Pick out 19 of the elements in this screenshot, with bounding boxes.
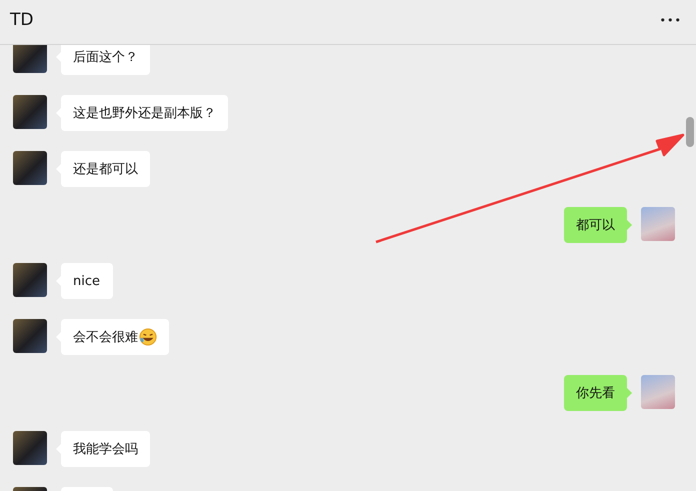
avatar-photo-placeholder[interactable] — [641, 207, 675, 241]
avatar-photo-placeholder[interactable] — [641, 375, 675, 409]
avatar-photo-placeholder[interactable] — [13, 431, 47, 465]
message-text: 会不会很难 — [73, 329, 138, 346]
message-text: 这是也野外还是副本版？ — [73, 105, 216, 122]
chat-title: TD — [10, 10, 34, 30]
avatar-photo-placeholder[interactable] — [13, 319, 47, 353]
message-text: 后面这个？ — [73, 49, 138, 66]
avatar-photo-placeholder[interactable] — [13, 263, 47, 297]
avatar-photo-placeholder[interactable] — [13, 45, 47, 73]
avatar-photo-placeholder[interactable] — [13, 151, 47, 185]
message-text: 还是都可以 — [73, 161, 138, 178]
message-text: 都可以 — [576, 217, 615, 234]
message-text: nice — [73, 274, 100, 288]
avatar-photo-placeholder[interactable] — [13, 95, 47, 129]
scrollbar-thumb[interactable] — [686, 117, 694, 147]
more-menu-button[interactable]: ••• — [658, 12, 684, 28]
message-text: 我能学会吗 — [73, 441, 138, 458]
message-text: 你先看 — [576, 385, 615, 402]
